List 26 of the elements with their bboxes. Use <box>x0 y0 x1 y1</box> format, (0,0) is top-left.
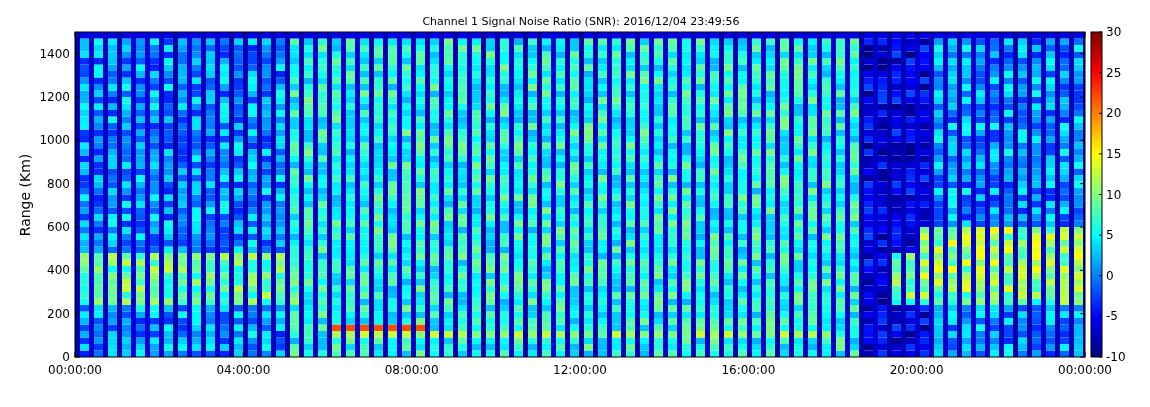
tick-label: 00:00:00 <box>1058 363 1112 377</box>
tick-label: -10 <box>1106 350 1126 364</box>
tick-label: 0 <box>1106 268 1114 283</box>
tick-label: 16:00:00 <box>721 363 776 377</box>
tick-label: 00:00:00 <box>48 363 102 377</box>
tick-label: 1400 <box>39 46 70 61</box>
tick-label: 04:00:00 <box>216 363 271 377</box>
tick-label: 10 <box>1106 187 1122 202</box>
tick-label: 1000 <box>39 133 70 148</box>
tick-label: 12:00:00 <box>553 363 607 377</box>
tick-label: -5 <box>1106 309 1118 324</box>
tick-label: 200 <box>47 306 70 321</box>
tick-label: 1200 <box>39 90 70 104</box>
tick-label: 20:00:00 <box>889 363 944 377</box>
tick-label: 08:00:00 <box>384 363 439 377</box>
chart-title: Channel 1 Signal Noise Ratio (SNR): 2016/12/04 23:49:56 <box>422 15 740 28</box>
tick-label: 30 <box>1106 25 1122 39</box>
tick-label: 25 <box>1106 65 1122 80</box>
tick-label: 800 <box>47 176 70 191</box>
tick-label: 400 <box>47 263 70 278</box>
tick-label: 0 <box>62 350 70 364</box>
tick-label: 5 <box>1106 228 1114 243</box>
tick-label: 15 <box>1106 146 1122 161</box>
axis-label: Range (Km) <box>17 153 33 237</box>
tick-label: 600 <box>47 220 70 234</box>
tick-label: 20 <box>1106 106 1122 121</box>
